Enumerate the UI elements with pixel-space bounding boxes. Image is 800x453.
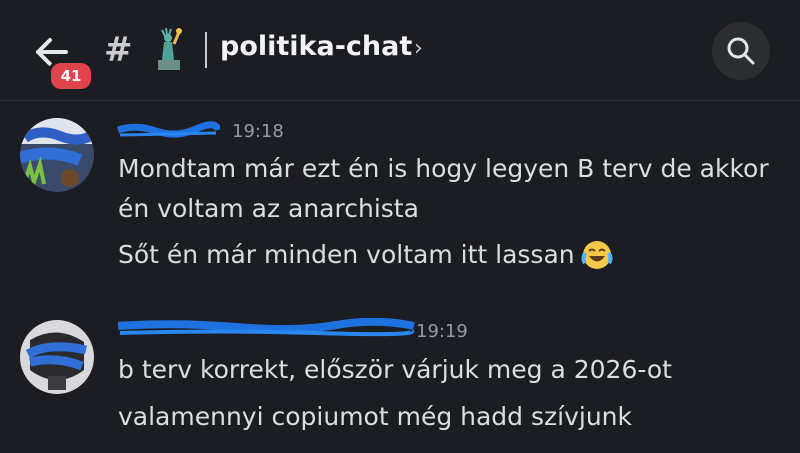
- unread-badge: 41: [48, 60, 94, 92]
- statue-of-liberty-icon: [158, 27, 182, 70]
- message-line: Sőt én már minden voltam itt lassan: [118, 239, 613, 271]
- message-text: valamennyi copiumot még hadd szívjunk: [118, 402, 632, 431]
- message-text: Sőt én már minden voltam itt lassan: [118, 240, 575, 269]
- message-timestamp: 19:18: [232, 121, 284, 142]
- chevron-right-icon[interactable]: ›: [414, 36, 423, 61]
- search-icon: [727, 37, 755, 65]
- redacted-username: [116, 121, 220, 138]
- message-text: Mondtam már ezt én is hogy legyen B terv…: [118, 154, 769, 183]
- redacted-username: [117, 318, 415, 337]
- avatar[interactable]: [20, 118, 94, 192]
- laughing-tears-emoji: [581, 241, 613, 269]
- message-timestamp: 19:19: [416, 321, 468, 342]
- avatar[interactable]: [20, 320, 94, 394]
- message-text: b terv korrekt, először várjuk meg a 202…: [118, 355, 672, 384]
- message-text: én voltam az anarchista: [118, 194, 419, 223]
- header-separator: [205, 32, 207, 68]
- search-button[interactable]: [712, 22, 770, 80]
- channel-header: 41 # politika-chat ›: [0, 0, 800, 101]
- channel-hash-icon: #: [104, 30, 133, 70]
- channel-name[interactable]: politika-chat: [220, 31, 412, 62]
